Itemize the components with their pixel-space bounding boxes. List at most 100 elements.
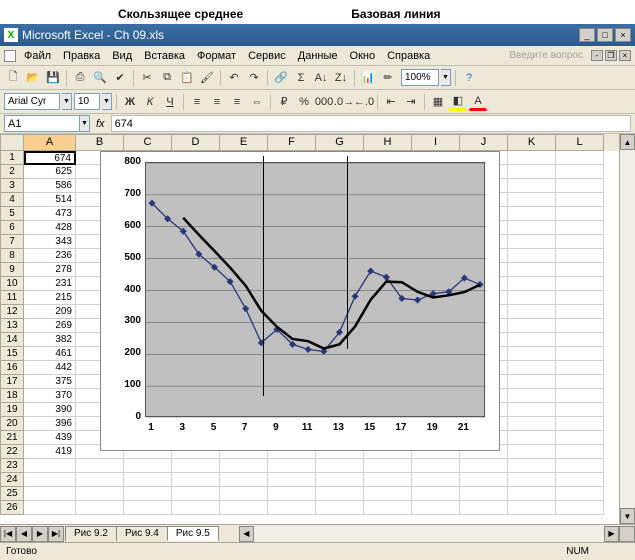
cell[interactable]: 586 bbox=[24, 179, 76, 193]
row-header[interactable]: 16 bbox=[0, 361, 24, 375]
cell[interactable] bbox=[556, 291, 604, 305]
select-all-corner[interactable] bbox=[0, 134, 24, 151]
cell[interactable] bbox=[556, 403, 604, 417]
cell[interactable] bbox=[412, 473, 460, 487]
scroll-right-icon[interactable]: ▶ bbox=[604, 526, 619, 542]
row-header[interactable]: 18 bbox=[0, 389, 24, 403]
cell[interactable]: 625 bbox=[24, 165, 76, 179]
doc-minimize-button[interactable]: - bbox=[591, 50, 603, 61]
cell[interactable] bbox=[508, 291, 556, 305]
cell[interactable] bbox=[220, 487, 268, 501]
cell[interactable] bbox=[364, 487, 412, 501]
cell[interactable] bbox=[508, 347, 556, 361]
cell[interactable] bbox=[460, 473, 508, 487]
cell[interactable]: 674 bbox=[24, 151, 76, 165]
cell[interactable] bbox=[508, 249, 556, 263]
column-header-G[interactable]: G bbox=[316, 134, 364, 151]
tab-nav-button[interactable]: |◀ bbox=[0, 526, 16, 542]
formula-bar[interactable]: 674 bbox=[111, 115, 631, 132]
tab-nav-button[interactable]: ◀ bbox=[16, 526, 32, 542]
column-header-D[interactable]: D bbox=[172, 134, 220, 151]
cell[interactable] bbox=[364, 473, 412, 487]
menu-file[interactable]: Файл bbox=[18, 48, 57, 64]
cell[interactable] bbox=[556, 207, 604, 221]
cell[interactable] bbox=[460, 459, 508, 473]
cell[interactable] bbox=[508, 221, 556, 235]
cell[interactable] bbox=[316, 487, 364, 501]
currency-icon[interactable]: ₽ bbox=[275, 93, 293, 111]
cell[interactable]: 514 bbox=[24, 193, 76, 207]
cell[interactable] bbox=[508, 445, 556, 459]
underline-icon[interactable]: Ч bbox=[161, 93, 179, 111]
cell[interactable]: 428 bbox=[24, 221, 76, 235]
scroll-left-icon[interactable]: ◀ bbox=[239, 526, 254, 542]
cell[interactable] bbox=[508, 333, 556, 347]
cell[interactable] bbox=[172, 459, 220, 473]
cell[interactable] bbox=[508, 501, 556, 515]
sheet-tab[interactable]: Рис 9.2 bbox=[65, 526, 117, 541]
font-name-box[interactable]: Arial Cyr bbox=[4, 93, 60, 110]
cell[interactable] bbox=[460, 501, 508, 515]
cell[interactable] bbox=[268, 473, 316, 487]
column-header-B[interactable]: B bbox=[76, 134, 124, 151]
row-header[interactable]: 23 bbox=[0, 459, 24, 473]
new-icon[interactable]: 🗋 bbox=[4, 69, 22, 87]
scroll-up-icon[interactable]: ▲ bbox=[620, 134, 635, 150]
cell[interactable] bbox=[172, 487, 220, 501]
hyperlink-icon[interactable]: 🔗 bbox=[272, 69, 290, 87]
cell[interactable] bbox=[412, 501, 460, 515]
cell[interactable] bbox=[24, 501, 76, 515]
cell[interactable] bbox=[556, 459, 604, 473]
cell[interactable] bbox=[556, 319, 604, 333]
menu-format[interactable]: Формат bbox=[191, 48, 242, 64]
row-header[interactable]: 22 bbox=[0, 445, 24, 459]
cell[interactable] bbox=[508, 165, 556, 179]
menu-edit[interactable]: Правка bbox=[57, 48, 106, 64]
cell[interactable] bbox=[24, 487, 76, 501]
cell[interactable]: 442 bbox=[24, 361, 76, 375]
cell[interactable] bbox=[76, 487, 124, 501]
copy-icon[interactable]: ⧉ bbox=[158, 69, 176, 87]
cell[interactable] bbox=[556, 151, 604, 165]
cell[interactable]: 439 bbox=[24, 431, 76, 445]
row-header[interactable]: 7 bbox=[0, 235, 24, 249]
cell[interactable]: 231 bbox=[24, 277, 76, 291]
cell[interactable] bbox=[508, 151, 556, 165]
cell[interactable] bbox=[220, 501, 268, 515]
menu-tools[interactable]: Сервис bbox=[242, 48, 292, 64]
cell[interactable] bbox=[364, 501, 412, 515]
cell[interactable] bbox=[76, 473, 124, 487]
cell[interactable] bbox=[124, 473, 172, 487]
cell[interactable] bbox=[556, 179, 604, 193]
decrease-decimal-icon[interactable]: ←.0 bbox=[355, 93, 373, 111]
column-header-H[interactable]: H bbox=[364, 134, 412, 151]
cell[interactable] bbox=[508, 431, 556, 445]
cell[interactable] bbox=[556, 235, 604, 249]
cell[interactable] bbox=[268, 501, 316, 515]
cell[interactable] bbox=[220, 473, 268, 487]
sort-asc-icon[interactable]: A↓ bbox=[312, 69, 330, 87]
cell[interactable] bbox=[556, 361, 604, 375]
column-header-C[interactable]: C bbox=[124, 134, 172, 151]
percent-icon[interactable]: % bbox=[295, 93, 313, 111]
cell[interactable] bbox=[508, 403, 556, 417]
cell[interactable] bbox=[556, 501, 604, 515]
cell[interactable]: 396 bbox=[24, 417, 76, 431]
row-header[interactable]: 2 bbox=[0, 165, 24, 179]
cell[interactable] bbox=[76, 501, 124, 515]
cell[interactable]: 343 bbox=[24, 235, 76, 249]
fx-icon[interactable]: fx bbox=[96, 118, 105, 130]
cell[interactable] bbox=[508, 305, 556, 319]
cell[interactable] bbox=[412, 459, 460, 473]
redo-icon[interactable]: ↷ bbox=[245, 69, 263, 87]
borders-icon[interactable]: ▦ bbox=[429, 93, 447, 111]
cell[interactable] bbox=[556, 431, 604, 445]
cell[interactable] bbox=[508, 179, 556, 193]
cell[interactable] bbox=[24, 473, 76, 487]
align-center-icon[interactable]: ≡ bbox=[208, 93, 226, 111]
cell[interactable]: 382 bbox=[24, 333, 76, 347]
chart-plot-area[interactable] bbox=[145, 162, 485, 417]
ask-a-question-box[interactable]: Введите вопрос bbox=[509, 50, 587, 61]
cell[interactable] bbox=[364, 459, 412, 473]
cell[interactable]: 215 bbox=[24, 291, 76, 305]
